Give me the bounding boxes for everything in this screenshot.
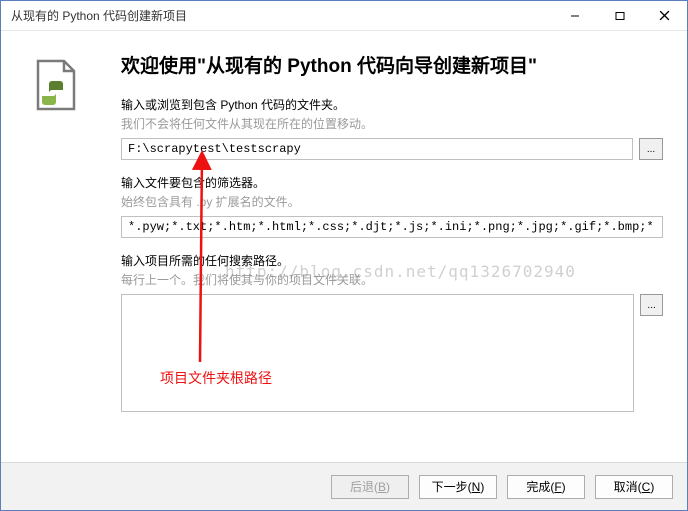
paths-browse-button[interactable]: ... bbox=[640, 294, 663, 316]
next-button[interactable]: 下一步(N) bbox=[419, 475, 497, 499]
filter-row bbox=[121, 216, 663, 238]
python-file-icon bbox=[32, 59, 80, 107]
window-controls bbox=[552, 1, 687, 30]
minimize-button[interactable] bbox=[552, 1, 597, 30]
titlebar: 从现有的 Python 代码创建新项目 bbox=[1, 1, 687, 31]
paths-row: ... bbox=[121, 294, 663, 412]
maximize-button[interactable] bbox=[597, 1, 642, 30]
wizard-content: 欢迎使用"从现有的 Python 代码向导创建新项目" 输入或浏览到包含 Pyt… bbox=[111, 31, 687, 462]
paths-sublabel: 每行上一个。我们将使其与你的项目文件关联。 bbox=[121, 271, 663, 288]
folder-input[interactable] bbox=[121, 138, 633, 160]
folder-label: 输入或浏览到包含 Python 代码的文件夹。 bbox=[121, 96, 663, 113]
page-title: 欢迎使用"从现有的 Python 代码向导创建新项目" bbox=[121, 51, 663, 78]
wizard-window: 从现有的 Python 代码创建新项目 bbox=[0, 0, 688, 511]
back-button-label: 后退(B) bbox=[350, 478, 390, 495]
filter-sublabel: 始终包含具有 .py 扩展名的文件。 bbox=[121, 193, 663, 210]
paths-label: 输入项目所需的任何搜索路径。 bbox=[121, 252, 663, 269]
cancel-button-label: 取消(C) bbox=[614, 478, 655, 495]
wizard-footer: 后退(B) 下一步(N) 完成(F) 取消(C) bbox=[1, 462, 687, 510]
wizard-sidebar bbox=[1, 31, 111, 462]
folder-row: ... bbox=[121, 138, 663, 160]
finish-button[interactable]: 完成(F) bbox=[507, 475, 585, 499]
wizard-body: 欢迎使用"从现有的 Python 代码向导创建新项目" 输入或浏览到包含 Pyt… bbox=[1, 31, 687, 462]
window-title: 从现有的 Python 代码创建新项目 bbox=[11, 7, 552, 24]
folder-sublabel: 我们不会将任何文件从其现在所在的位置移动。 bbox=[121, 115, 663, 132]
folder-browse-button[interactable]: ... bbox=[639, 138, 663, 160]
filter-input[interactable] bbox=[121, 216, 663, 238]
next-button-label: 下一步(N) bbox=[432, 478, 485, 495]
filter-label: 输入文件要包含的筛选器。 bbox=[121, 174, 663, 191]
back-button[interactable]: 后退(B) bbox=[331, 475, 409, 499]
finish-button-label: 完成(F) bbox=[526, 478, 565, 495]
paths-textarea[interactable] bbox=[121, 294, 634, 412]
cancel-button[interactable]: 取消(C) bbox=[595, 475, 673, 499]
close-button[interactable] bbox=[642, 1, 687, 30]
